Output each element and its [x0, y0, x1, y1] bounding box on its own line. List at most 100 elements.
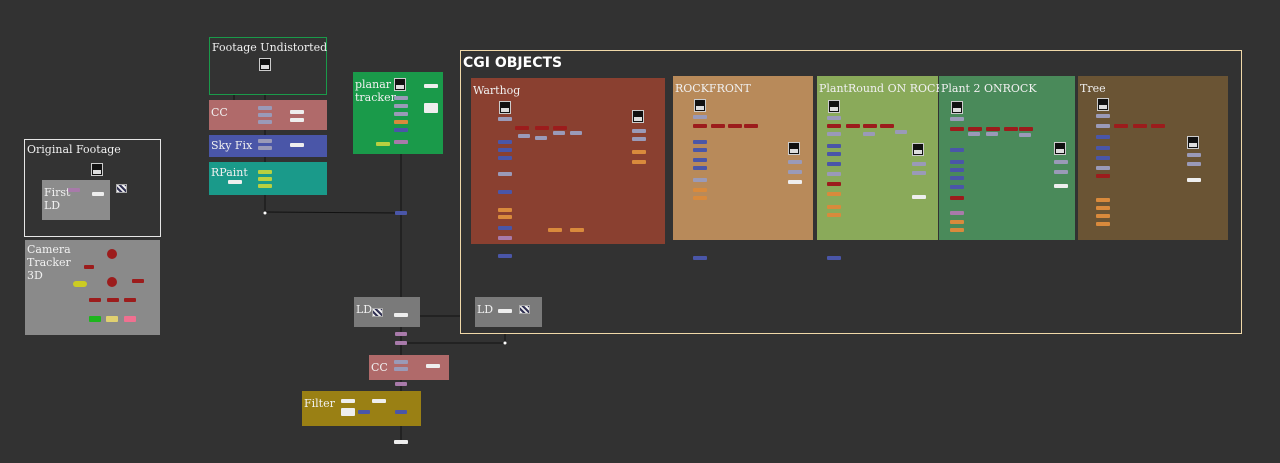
read-node[interactable]: [498, 309, 512, 313]
scene-node[interactable]: [107, 277, 117, 287]
blur-node[interactable]: [548, 228, 562, 232]
merge-node[interactable]: [498, 140, 512, 144]
transform-node[interactable]: [394, 140, 408, 144]
pointcloud-node[interactable]: [73, 281, 87, 287]
merge-node[interactable]: [395, 410, 407, 414]
read-node[interactable]: [424, 84, 438, 88]
merge-node[interactable]: [827, 144, 841, 148]
camera-node[interactable]: [124, 298, 136, 302]
checker-node[interactable]: [519, 305, 530, 314]
merge-node[interactable]: [950, 176, 964, 180]
grade-node[interactable]: [827, 172, 841, 176]
camera-node[interactable]: [880, 124, 894, 128]
read-node[interactable]: [499, 101, 511, 114]
read-node[interactable]: [372, 399, 386, 403]
read-node[interactable]: [394, 313, 408, 317]
grade-node[interactable]: [1096, 124, 1110, 128]
camera-node[interactable]: [827, 182, 841, 186]
blur-node[interactable]: [632, 150, 646, 154]
grade-node[interactable]: [912, 171, 926, 175]
read-node[interactable]: [1187, 136, 1199, 149]
dot-node[interactable]: [693, 256, 707, 260]
camera-node[interactable]: [711, 124, 725, 128]
grade-node[interactable]: [912, 162, 926, 166]
blur-node[interactable]: [632, 160, 646, 164]
camera-node[interactable]: [1151, 124, 1165, 128]
grade-node[interactable]: [394, 104, 408, 108]
camera-node[interactable]: [744, 124, 758, 128]
read-node[interactable]: [1097, 98, 1109, 111]
read-node[interactable]: [912, 143, 924, 156]
merge-node[interactable]: [950, 148, 964, 152]
grade-node[interactable]: [258, 146, 272, 150]
camera-node[interactable]: [84, 265, 94, 269]
merge-node[interactable]: [693, 140, 707, 144]
merge-node[interactable]: [827, 152, 841, 156]
read-node[interactable]: [788, 180, 802, 184]
camera-node[interactable]: [846, 124, 860, 128]
read-node[interactable]: [1187, 178, 1201, 182]
merge-node[interactable]: [358, 410, 370, 414]
grade-node[interactable]: [1187, 153, 1201, 157]
transform-node[interactable]: [950, 211, 964, 215]
read-node[interactable]: [951, 101, 963, 114]
grade-node[interactable]: [258, 106, 272, 110]
read-node[interactable]: [426, 364, 440, 368]
camera-node[interactable]: [89, 298, 101, 302]
merge-node[interactable]: [498, 148, 512, 152]
read-node[interactable]: [92, 192, 104, 196]
grade-node[interactable]: [632, 129, 646, 133]
read-node[interactable]: [290, 143, 304, 147]
grade-node[interactable]: [693, 115, 707, 119]
grade-node[interactable]: [394, 367, 408, 371]
grade-node[interactable]: [986, 132, 998, 136]
transform-node[interactable]: [395, 341, 407, 345]
read-node[interactable]: [912, 195, 926, 199]
merge-node[interactable]: [950, 160, 964, 164]
blur-node[interactable]: [827, 205, 841, 209]
read-node[interactable]: [290, 110, 304, 114]
write-node[interactable]: [106, 316, 118, 322]
read-node[interactable]: [828, 100, 840, 113]
grade-node[interactable]: [632, 137, 646, 141]
dot-node[interactable]: [498, 254, 512, 258]
camera-node[interactable]: [950, 127, 964, 131]
camera-node[interactable]: [827, 124, 841, 128]
camera-node[interactable]: [1133, 124, 1147, 128]
backdrop-filter[interactable]: Filter: [302, 391, 421, 426]
grade-node[interactable]: [498, 117, 512, 121]
write-node[interactable]: [394, 440, 408, 444]
read-node[interactable]: [1054, 142, 1066, 155]
read-node[interactable]: [259, 58, 271, 71]
scene-node[interactable]: [107, 249, 117, 259]
blur-node[interactable]: [693, 188, 707, 192]
read-node[interactable]: [788, 142, 800, 155]
blur-node[interactable]: [498, 215, 512, 219]
blur-node[interactable]: [827, 213, 841, 217]
grade-node[interactable]: [863, 132, 875, 136]
backdrop-ld-left[interactable]: LD: [354, 297, 420, 327]
grade-node[interactable]: [968, 132, 980, 136]
camera-node[interactable]: [535, 126, 549, 130]
checker-node[interactable]: [116, 184, 127, 193]
read-node[interactable]: [1054, 184, 1068, 188]
grade-node[interactable]: [498, 172, 512, 176]
merge-node[interactable]: [950, 168, 964, 172]
transform-node[interactable]: [68, 188, 80, 192]
grade-node[interactable]: [1054, 170, 1068, 174]
read-node[interactable]: [228, 180, 242, 184]
grade-node[interactable]: [788, 160, 802, 164]
camera-node[interactable]: [693, 124, 707, 128]
camera-node[interactable]: [1019, 127, 1033, 131]
merge-node[interactable]: [827, 162, 841, 166]
dot-node[interactable]: [827, 256, 841, 260]
merge-node[interactable]: [693, 166, 707, 170]
merge-node[interactable]: [1096, 156, 1110, 160]
camera-node[interactable]: [968, 127, 982, 131]
grade-node[interactable]: [553, 131, 565, 135]
merge-node[interactable]: [498, 156, 512, 160]
merge-node[interactable]: [1096, 146, 1110, 150]
grade-node[interactable]: [895, 130, 907, 134]
grade-node[interactable]: [693, 178, 707, 182]
camera-node[interactable]: [107, 298, 119, 302]
